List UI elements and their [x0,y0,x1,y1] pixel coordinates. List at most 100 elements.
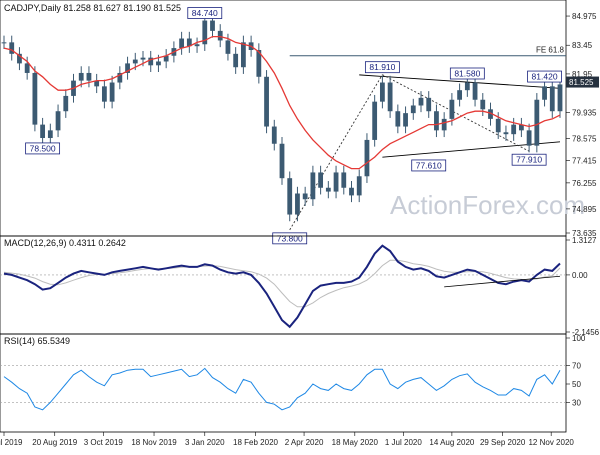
price-y-tick-label: 77.415 [572,157,597,166]
x-tick-label: 3 Oct 2019 [84,438,124,447]
price-candle [310,172,316,200]
price-candle [495,118,501,133]
price-candle [557,84,563,112]
price-candle [24,63,30,73]
x-tick-label: 1 Jul 2020 [385,438,422,447]
price-label-text: 81.580 [454,68,480,78]
price-candle [86,72,92,81]
price-candle [526,130,532,146]
price-candle [55,111,61,131]
rsi-y-tick-label: 50 [572,380,581,389]
chart-svg: ActionForex.com CADJPY,Daily 81.258 81.6… [0,0,600,450]
price-label-text: 78.500 [30,143,56,153]
price-candle [449,99,455,119]
price-candle [264,76,269,127]
price-y-tick-label: 78.575 [572,134,597,143]
price-candle [32,72,38,125]
chart-background [0,0,600,450]
price-candle [1,42,7,44]
macd-y-tick-label: 1.3127 [572,236,597,245]
price-candle [503,132,509,135]
x-tick-label: 2 Apr 2020 [285,438,324,447]
rsi-y-tick-label: 100 [572,334,586,343]
price-candle [217,30,223,41]
price-y-tick-label: 84.975 [572,12,597,21]
price-y-tick-label: 74.895 [572,205,597,214]
price-candle [233,53,239,68]
price-candle [372,101,378,140]
x-tick-label: 14 Aug 2020 [429,438,474,447]
x-tick-label: 18 Nov 2019 [131,438,177,447]
price-candle [418,97,424,106]
price-candle [464,82,470,91]
price-candle [63,95,69,112]
price-label-text: 81.420 [532,72,558,82]
price-candle [140,57,146,60]
chart-container: ActionForex.com CADJPY,Daily 81.258 81.6… [0,0,600,450]
price-candle [364,139,370,177]
price-candle [511,124,517,135]
price-candle [132,59,138,64]
x-tick-label: 3 Jan 2020 [185,438,225,447]
price-candle [194,44,200,47]
price-candle [549,86,555,112]
price-candle [480,99,486,110]
price-candle [333,172,339,192]
price-candle [295,193,300,215]
price-label-text: 77.610 [416,160,442,170]
price-label-text: 81.910 [369,62,395,72]
price-candle [434,111,439,131]
price-candle [279,143,285,179]
price-candle [325,187,331,192]
price-candle [47,130,53,139]
price-y-tick-label: 76.255 [572,179,597,188]
price-candle [101,86,107,102]
x-tick-label: 5 Jul 2019 [0,438,23,447]
price-label-text: 84.740 [192,8,218,18]
price-candle [349,187,354,196]
x-tick-label: 18 May 2020 [332,438,379,447]
price-candle [287,178,293,215]
x-tick-label: 18 Feb 2020 [233,438,278,447]
last-price-label: 81.525 [569,78,594,87]
price-candle [271,126,277,144]
last-price-badge: 81.525 [566,76,599,88]
price-y-tick-label: 79.935 [572,108,597,117]
price-candle [395,111,401,127]
price-candle [534,99,540,146]
price-candle [542,86,547,100]
x-tick-label: 12 Nov 2020 [528,438,574,447]
price-candle [441,118,447,131]
price-candle [318,172,324,188]
price-candle [457,90,463,100]
rsi-y-tick-label: 30 [572,398,581,407]
price-candle [240,42,246,68]
price-candle [302,193,308,200]
price-candle [78,72,84,81]
price-candle [387,82,393,112]
price-candle [109,82,115,102]
price-candle [426,97,432,112]
x-tick-label: 29 Sep 2020 [480,438,526,447]
rsi-y-tick-label: 70 [572,362,581,371]
price-candle [210,20,215,31]
price-label-text: 77.910 [516,155,542,165]
price-candle [379,82,385,102]
price-candle [410,105,416,114]
price-candle [179,38,185,49]
rsi-title: RSI(14) 65.5349 [4,336,70,346]
price-candle [156,61,161,66]
price-y-tick-label: 83.45 [572,41,593,50]
fe-label: FE 61.8 [536,46,565,55]
price-candle [472,82,478,100]
price-label-text: 73.800 [277,233,303,243]
price-candle [403,113,408,127]
x-tick-label: 20 Aug 2019 [32,438,77,447]
price-candle [341,172,347,188]
price-candle [40,124,46,139]
price-chart-title: CADJPY,Daily 81.258 81.627 81.190 81.525 [4,3,181,13]
macd-y-tick-label: 0.00 [572,271,588,280]
price-candle [356,176,362,196]
price-candle [225,40,231,54]
price-candle [9,42,15,54]
